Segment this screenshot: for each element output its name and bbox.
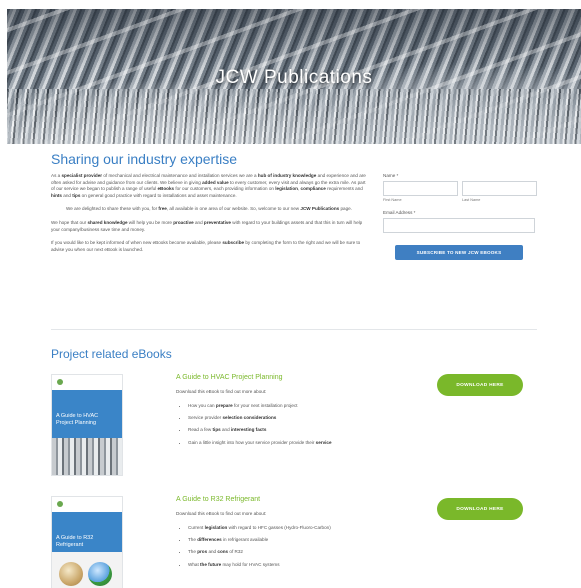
cover-title: A Guide to R32 Refrigerant [56,535,94,548]
list-item: Current legislation with regard to HFC g… [188,525,331,530]
list-item: What the future may hold for HVAC system… [188,562,331,567]
ebook-title[interactable]: A Guide to HVAC Project Planning [176,374,282,381]
intro-text: As a specialist provider of mechanical a… [51,173,367,260]
intro-paragraph-2: We are delighted to share these with you… [66,206,352,212]
download-button[interactable]: DOWNLOAD HERE [437,374,523,396]
list-item: Service provider selection consideration… [188,415,332,420]
ebook-bullets: How you can prepare for your next instal… [182,403,332,452]
download-button[interactable]: DOWNLOAD HERE [437,498,523,520]
section-divider [51,329,537,330]
email-input[interactable] [383,218,535,233]
ebooks-heading: Project related eBooks [51,347,172,361]
ebook-description: Download this eBook to find out more abo… [176,389,267,394]
ebook-cover[interactable]: A Guide to R32 Refrigerant [51,496,123,588]
ebook-description: Download this eBook to find out more abo… [176,511,267,516]
list-item: Read a few tips and interesting facts [188,427,332,432]
logo-icon [57,379,63,385]
last-name-input[interactable] [462,181,537,196]
list-item: Gain a little insight into how your serv… [188,440,332,445]
list-item: The pros and cons of R32 [188,549,331,554]
intro-paragraph-4: If you would like to be kept informed of… [51,240,361,252]
ebook-title[interactable]: A Guide to R32 Refrigerant [176,496,260,503]
globe-image [59,562,83,586]
intro-paragraph-1: As a specialist provider of mechanical a… [51,173,366,198]
subscribe-form: Name * First Name Last Name Email Addres… [383,173,537,260]
intro-paragraph-3: We hope that our shared knowledge will h… [51,219,363,232]
hero-banner: JCW Publications [7,9,581,144]
cover-photo [52,552,122,588]
ebook-cover[interactable]: A Guide to HVAC Project Planning [51,374,123,476]
globe-image [88,562,112,586]
subscribe-button[interactable]: SUBSCRIBE TO NEW JCW EBOOKS [395,245,523,260]
ebook-item: A Guide to HVAC Project Planning A Guide… [51,374,537,476]
list-item: How you can prepare for your next instal… [188,403,332,408]
intro-heading: Sharing our industry expertise [51,151,237,167]
last-name-group: Last Name [462,181,537,202]
cover-title: A Guide to HVAC Project Planning [56,413,99,426]
ebook-item: A Guide to R32 Refrigerant A Guide to R3… [51,496,537,588]
list-item: The differences in refrigerant available [188,537,331,542]
cover-photo [52,438,122,475]
first-name-input[interactable] [383,181,458,196]
name-row: First Name Last Name [383,181,537,202]
email-label: Email Address * [383,210,416,215]
first-name-group: First Name [383,181,458,202]
page: JCW Publications Sharing our industry ex… [0,0,581,588]
first-name-label: First Name [383,198,402,202]
hero-title: JCW Publications [215,67,373,88]
last-name-label: Last Name [462,198,481,202]
name-label: Name * [383,173,399,178]
logo-icon [57,501,63,507]
ebook-bullets: Current legislation with regard to HFC g… [182,525,331,574]
